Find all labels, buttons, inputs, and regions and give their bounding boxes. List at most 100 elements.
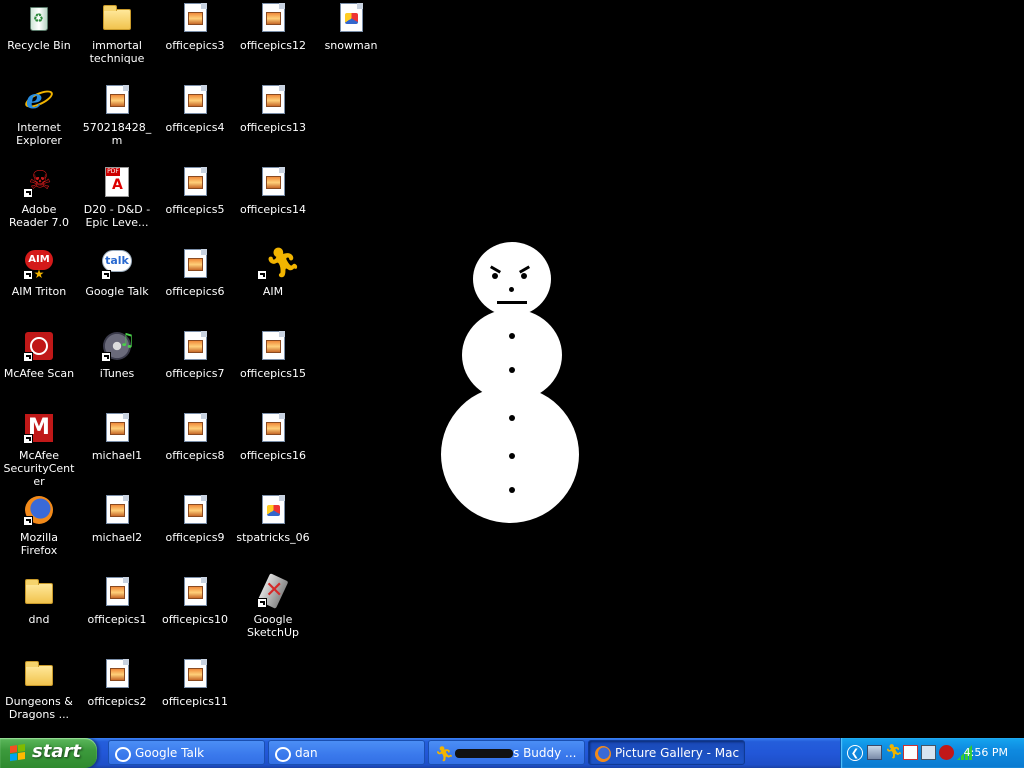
image-file-icon xyxy=(179,248,211,280)
image-file-icon xyxy=(257,494,289,526)
system-tray: ❮ 🏃︎ 4:56 PM xyxy=(840,738,1024,768)
image-file-icon xyxy=(257,412,289,444)
desktop-icon-google-sketchup[interactable]: ✕ Google SketchUp xyxy=(234,573,312,639)
taskbar-button-buddy-list[interactable]: 🏃︎ s Buddy ... xyxy=(428,740,585,765)
snowman-head xyxy=(473,242,551,316)
image-file-icon xyxy=(101,576,133,608)
desktop-icon-officepics16[interactable]: officepics16 xyxy=(234,412,312,462)
desktop-icon-michael1[interactable]: michael1 xyxy=(78,412,156,462)
desktop-icon-officepics5[interactable]: officepics5 xyxy=(156,166,234,216)
desktop-icon-dungeons-dragons[interactable]: Dungeons & Dragons ... xyxy=(0,658,78,721)
desktop-icon-immortal-technique[interactable]: immortal technique xyxy=(78,2,156,65)
mcafee-securitycenter-icon: M xyxy=(23,412,55,444)
image-file-icon xyxy=(101,494,133,526)
folder-icon xyxy=(23,658,55,690)
snowman-button xyxy=(509,487,515,493)
desktop-icon-adobe-reader[interactable]: ☠ Adobe Reader 7.0 xyxy=(0,166,78,229)
image-file-icon xyxy=(179,576,211,608)
itunes-icon: ♫ xyxy=(101,330,135,362)
desktop-icon-officepics9[interactable]: officepics9 xyxy=(156,494,234,544)
taskbar: start Google Talk dan 🏃︎ s Buddy ... Pic… xyxy=(0,738,1024,768)
desktop-icon-mcafee-scan[interactable]: McAfee Scan xyxy=(0,330,78,380)
image-file-icon xyxy=(257,166,289,198)
desktop-icon-officepics7[interactable]: officepics7 xyxy=(156,330,234,380)
image-file-icon xyxy=(179,166,211,198)
aim-tray-icon[interactable]: 🏃︎ xyxy=(885,745,903,760)
desktop-icon-officepics1[interactable]: officepics1 xyxy=(78,576,156,626)
folder-icon xyxy=(23,576,55,608)
mcafee-scan-icon xyxy=(23,330,55,362)
image-file-icon xyxy=(179,2,211,34)
taskbar-button-dan[interactable]: dan xyxy=(268,740,425,765)
image-file-icon xyxy=(335,2,367,34)
desktop-icon-aim[interactable]: 🏃︎ AIM xyxy=(234,248,312,298)
desktop-icon-officepics15[interactable]: officepics15 xyxy=(234,330,312,380)
desktop-icon-officepics13[interactable]: officepics13 xyxy=(234,84,312,134)
desktop-icon-stpatricks-06[interactable]: stpatricks_06 xyxy=(234,494,312,544)
desktop-icon-aim-triton[interactable]: AIM ★ AIM Triton xyxy=(0,248,78,298)
desktop-icon-officepics10[interactable]: officepics10 xyxy=(156,576,234,626)
show-hidden-icons-button[interactable]: ❮ xyxy=(847,745,863,761)
desktop-icon-officepics3[interactable]: officepics3 xyxy=(156,2,234,52)
desktop-icon-mcafee-securitycenter[interactable]: M McAfee SecurityCenter xyxy=(0,412,78,488)
windows-flag-icon xyxy=(10,744,26,762)
mail-icon[interactable] xyxy=(903,745,918,760)
adobe-reader-icon: ☠ xyxy=(23,166,55,198)
image-file-icon xyxy=(101,412,133,444)
image-file-icon xyxy=(257,330,289,362)
start-button[interactable]: start xyxy=(0,738,97,768)
image-file-icon xyxy=(179,84,211,116)
pdf-file-icon xyxy=(101,166,133,198)
aim-triton-icon: AIM ★ xyxy=(23,248,55,280)
aim-running-man-icon: 🏃︎ xyxy=(257,248,301,280)
internet-explorer-icon: e xyxy=(22,84,56,116)
taskbar-button-google-talk[interactable]: Google Talk xyxy=(108,740,265,765)
image-file-icon xyxy=(101,84,133,116)
clock[interactable]: 4:56 PM xyxy=(964,746,1008,759)
desktop-icon-officepics6[interactable]: officepics6 xyxy=(156,248,234,298)
desktop-icon-google-talk[interactable]: talk Google Talk xyxy=(78,248,156,298)
desktop-icon-michael2[interactable]: michael2 xyxy=(78,494,156,544)
chat-bubble-icon xyxy=(275,747,291,762)
firefox-icon xyxy=(23,494,55,526)
firefox-icon xyxy=(595,746,611,762)
desktop: Recycle Bin e Internet Explorer ☠ Adobe … xyxy=(0,0,1024,738)
desktop-icon-internet-explorer[interactable]: e Internet Explorer xyxy=(0,84,78,147)
desktop-icon-officepics4[interactable]: officepics4 xyxy=(156,84,234,134)
chat-bubble-icon xyxy=(115,747,131,762)
image-file-icon xyxy=(101,658,133,690)
desktop-icon-itunes[interactable]: ♫ iTunes xyxy=(78,330,156,380)
desktop-icon-officepics14[interactable]: officepics14 xyxy=(234,166,312,216)
snowman-button xyxy=(509,333,515,339)
google-talk-icon: talk xyxy=(101,248,133,280)
folder-icon xyxy=(101,2,133,34)
redacted-username xyxy=(455,749,513,758)
desktop-icon-officepics8[interactable]: officepics8 xyxy=(156,412,234,462)
desktop-icon-recycle-bin[interactable]: Recycle Bin xyxy=(0,2,78,52)
snowman-left-eye xyxy=(492,273,498,279)
recycle-bin-icon xyxy=(23,2,55,34)
image-file-icon xyxy=(257,2,289,34)
image-file-icon xyxy=(179,494,211,526)
desktop-icon-officepics2[interactable]: officepics2 xyxy=(78,658,156,708)
desktop-icon-mozilla-firefox[interactable]: Mozilla Firefox xyxy=(0,494,78,557)
network-icon[interactable] xyxy=(867,745,882,760)
taskbar-button-picture-gallery[interactable]: Picture Gallery - Mac ... xyxy=(588,740,745,765)
desktop-icon-snowman[interactable]: snowman xyxy=(312,2,390,52)
snowman-middle-ball xyxy=(462,309,562,401)
desktop-icon-570218428-m[interactable]: 570218428_m xyxy=(78,84,156,147)
desktop-icon-officepics12[interactable]: officepics12 xyxy=(234,2,312,52)
desktop-icon-officepics11[interactable]: officepics11 xyxy=(156,658,234,708)
monitor-icon[interactable] xyxy=(921,745,936,760)
snowman-button xyxy=(509,453,515,459)
sketchup-icon: ✕ xyxy=(257,573,289,609)
desktop-icon-d20-dnd-pdf[interactable]: D20 - D&D - Epic Leve... xyxy=(78,166,156,229)
snowman-right-eye xyxy=(521,273,527,279)
image-file-icon xyxy=(257,84,289,116)
image-file-icon xyxy=(179,330,211,362)
desktop-icon-dnd[interactable]: dnd xyxy=(0,576,78,626)
aim-running-man-icon: 🏃︎ xyxy=(435,745,455,763)
snowman-button xyxy=(509,415,515,421)
snowman-nose xyxy=(509,287,514,292)
mcafee-tray-icon[interactable] xyxy=(939,745,954,760)
